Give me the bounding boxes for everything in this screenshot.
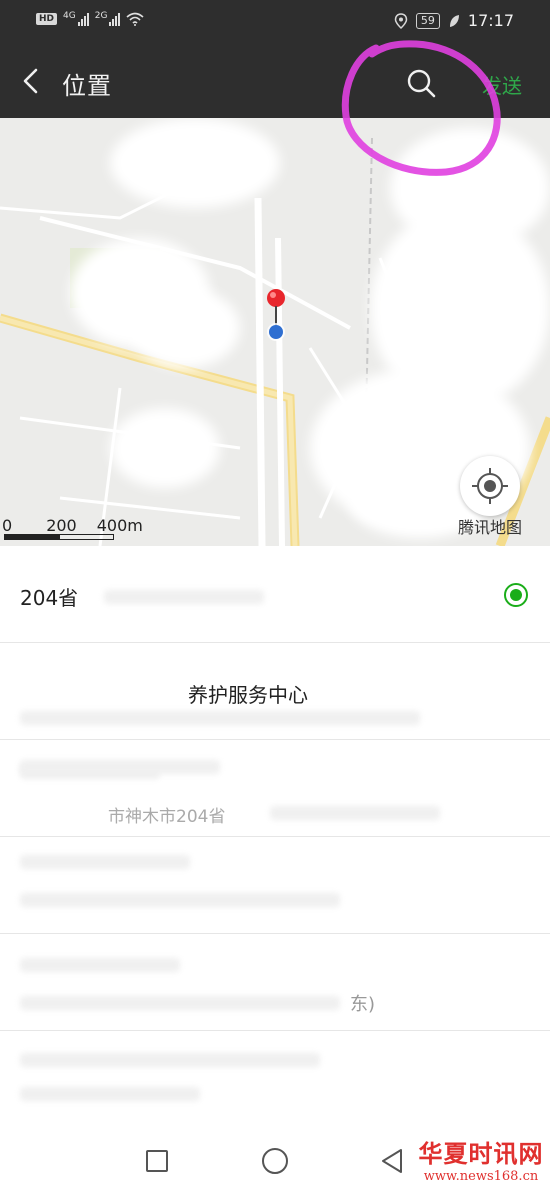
signal-icon-2 [109,12,121,26]
hd-badge: HD [36,13,58,25]
blurred-text [104,590,264,604]
blurred-text [20,1053,320,1067]
battery-indicator: 59 [415,12,440,29]
location-subtitle: 市神木市204省 [108,807,226,827]
location-list: 204省 养护服务中心 市神木市204省 东) [0,546,550,1128]
map-obscured-area [130,288,240,368]
watermark: 华夏时讯网 www.news168.cn [416,1134,546,1184]
network-2g-label: 2G [94,11,108,21]
map-obscured-area [110,118,280,208]
page-title: 位置 [62,72,112,100]
send-button[interactable]: 发送 [482,70,522,99]
recent-apps-icon[interactable] [146,1150,168,1172]
search-icon[interactable] [404,66,438,100]
status-left: HD 4G 2G [36,11,144,26]
location-item[interactable]: 东) [0,934,550,1031]
clock: 17:17 [467,11,514,30]
status-right: 59 17:17 [394,11,514,30]
status-bar: HD 4G 2G 59 17:17 [0,0,550,44]
map-scale: 0 200 400m [2,516,161,535]
location-title: 养护服务中心 [188,683,308,707]
map-view[interactable]: 0 200 400m 腾讯地图 [0,118,550,546]
home-icon[interactable] [262,1148,288,1174]
watermark-url: www.news168.cn [423,1169,539,1184]
selected-radio-icon[interactable] [504,583,528,607]
leaf-icon [449,14,459,27]
blurred-text [20,996,340,1010]
back-triangle-icon[interactable] [380,1148,404,1174]
blurred-text [20,711,420,725]
blurred-text [20,958,180,972]
back-arrow-icon[interactable] [18,66,44,96]
location-item[interactable]: 204省 [0,546,550,643]
blurred-text [20,893,340,907]
location-item[interactable]: 养护服务中心 [0,643,550,779]
wifi-icon [126,12,144,26]
nav-bar: 位置 发送 [0,44,550,118]
location-pin-icon [267,289,285,341]
location-item[interactable] [0,1031,550,1128]
blurred-text [20,760,220,774]
scale-label-0: 0 [2,516,13,535]
watermark-title: 华夏时讯网 [418,1139,544,1168]
blurred-text [270,806,440,820]
location-item[interactable] [0,837,550,934]
scale-label-200: 200 [46,516,77,535]
scale-bar [4,534,114,540]
scale-label-400: 400m [96,516,143,535]
location-title: 204省 [20,586,79,610]
location-item[interactable]: 市神木市204省 [0,740,550,837]
blurred-text [20,855,190,869]
blurred-text [20,1087,200,1101]
locate-me-button[interactable] [460,456,520,516]
location-subtitle: 东) [350,994,376,1015]
network-4g-label: 4G [63,11,76,21]
location-icon [394,12,408,29]
crosshair-icon [472,468,508,504]
signal-icon [77,12,89,26]
map-brand-logo: 腾讯地图 [458,518,523,537]
map-obscured-area [110,408,220,488]
